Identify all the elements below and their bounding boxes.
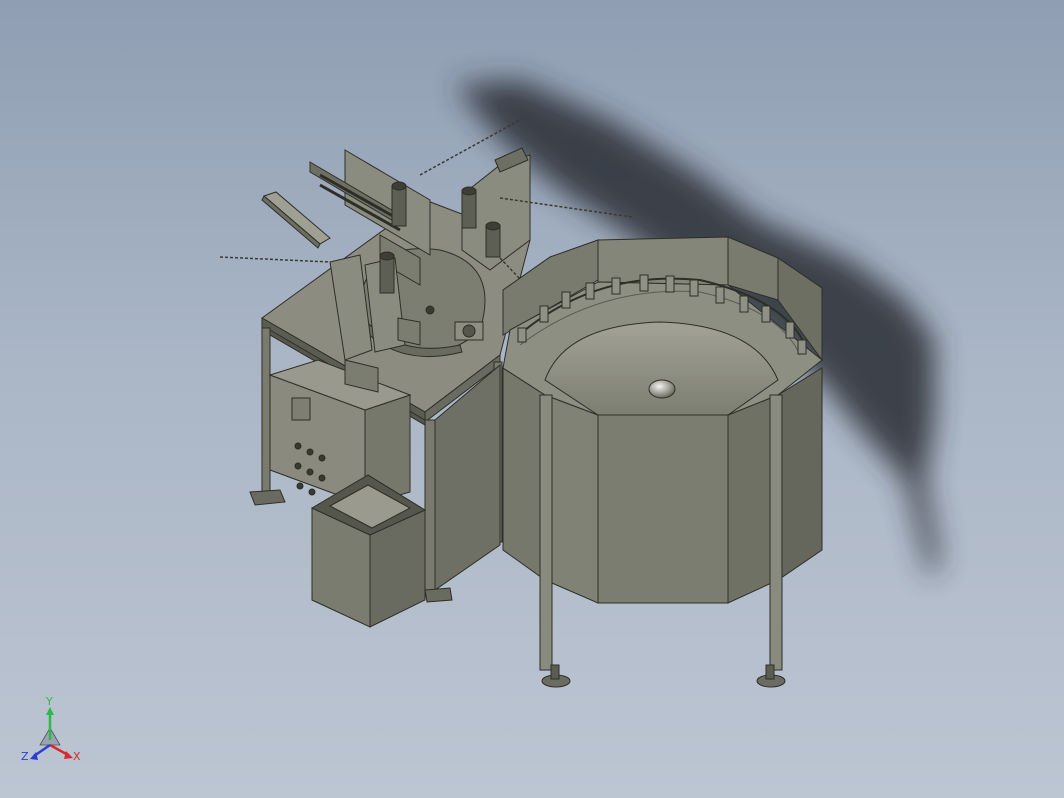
- cad-viewport[interactable]: Y X Z: [0, 0, 1064, 798]
- y-axis-label: Y: [45, 695, 53, 708]
- table-leg-front: [424, 419, 436, 593]
- x-axis-label: X: [73, 750, 81, 763]
- y-axis-head: [46, 707, 54, 715]
- bowl-leg-left: [539, 394, 553, 671]
- z-axis-label: Z: [21, 750, 29, 763]
- bowl-dome: [648, 379, 676, 399]
- chute[interactable]: [261, 191, 331, 249]
- view-triad[interactable]: Y X Z: [21, 695, 81, 763]
- x-axis-arrow: [49, 743, 69, 757]
- table-leg-front-left: [261, 327, 271, 501]
- bowl-leg-right: [769, 394, 783, 671]
- cabinet-window: [291, 397, 311, 421]
- bowl-outer-wall-front-left: [544, 394, 599, 604]
- bowl-outer-wall-front: [597, 414, 729, 604]
- bowl-outer-wall-left: [502, 367, 546, 581]
- collection-bin[interactable]: [310, 474, 427, 628]
- bowl-outer-wall-right: [777, 367, 823, 581]
